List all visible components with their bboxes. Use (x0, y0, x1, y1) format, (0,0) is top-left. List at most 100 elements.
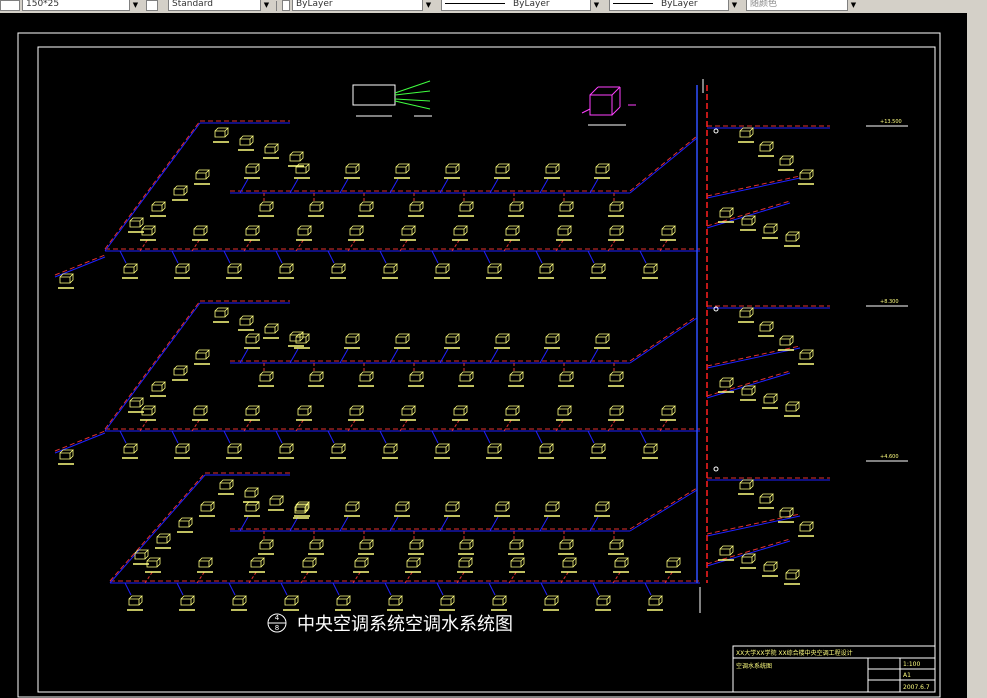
elevation-mark-middle: +8.300 (866, 299, 908, 307)
fan-coil-unit (259, 201, 274, 212)
branch-pipe (119, 430, 127, 444)
fan-coil-unit (59, 449, 74, 460)
branch-pipe (431, 250, 439, 264)
fan-coil-unit (719, 545, 734, 556)
fan-coil-unit (359, 201, 374, 212)
fan-coil-unit (487, 263, 502, 274)
layer-color-icon[interactable] (282, 0, 290, 11)
text-style-dropdown[interactable]: Standard (168, 0, 271, 11)
return-pipe (706, 177, 801, 199)
fan-coil-unit (227, 443, 242, 454)
fan-coil-unit (219, 479, 234, 490)
fan-coil-unit (134, 549, 149, 560)
fan-coil-unit (193, 405, 208, 416)
fan-coil-unit (799, 349, 814, 360)
lineweight-preview-icon (613, 3, 653, 4)
drawing-title-text: 中央空调系统空调水系统图 (297, 614, 513, 635)
fan-coil-unit (492, 595, 507, 606)
fan-coil-unit (200, 501, 215, 512)
fan-coil-unit (539, 443, 554, 454)
branch-pipe (332, 582, 340, 596)
fan-coil-unit (459, 201, 474, 212)
dimension-scale-dropdown[interactable]: 150*25 (22, 0, 140, 11)
fan-coil-unit (198, 557, 213, 568)
fan-coil-unit (245, 225, 260, 236)
branch-pipe (483, 250, 491, 264)
valve-icon (713, 466, 719, 472)
branch-pipe (327, 250, 335, 264)
supply-pipe (104, 300, 201, 430)
fan-coil-unit (453, 405, 468, 416)
fan-coil-unit (739, 307, 754, 318)
fan-coil-unit (406, 557, 421, 568)
fan-coil-unit (146, 557, 161, 568)
return-pipe (706, 515, 801, 537)
fan-coil-unit (195, 349, 210, 360)
fan-coil-unit (785, 231, 800, 242)
chevron-down-icon[interactable]: ▼ (847, 0, 859, 11)
branch-pipe (124, 582, 132, 596)
branch-pipe (275, 250, 283, 264)
fan-coil-unit (495, 333, 510, 344)
dimension-style-icon[interactable] (0, 0, 20, 11)
chevron-down-icon[interactable]: ▼ (728, 0, 740, 11)
fan-coil-unit (156, 533, 171, 544)
fan-coil-unit (259, 371, 274, 382)
fan-coil-unit (440, 595, 455, 606)
layer-value: ByLayer (296, 0, 333, 9)
return-pipe (629, 489, 698, 532)
fan-coil-unit (763, 561, 778, 572)
right-panel-strip (967, 13, 987, 698)
fan-coil-unit (799, 521, 814, 532)
expansion-tank-symbol (581, 86, 636, 116)
lineweight-dropdown[interactable]: ByLayer (609, 0, 739, 11)
fan-coil-unit (759, 321, 774, 332)
text-style-icon[interactable] (146, 0, 158, 11)
branch-pipe (119, 250, 127, 264)
plot-style-dropdown[interactable]: 随颜色 (746, 0, 858, 11)
chevron-down-icon[interactable]: ▼ (590, 0, 602, 11)
title-block-scale: 1:100 (903, 661, 920, 668)
branch-pipe (587, 250, 595, 264)
legend-box (352, 84, 396, 106)
branch-pipe (540, 582, 548, 596)
fan-coil-unit (401, 225, 416, 236)
fan-coil-unit (591, 263, 606, 274)
fan-coil-unit (128, 595, 143, 606)
fan-coil-unit (763, 223, 778, 234)
fan-coil-unit (409, 371, 424, 382)
fan-coil-unit (509, 539, 524, 550)
chevron-down-icon[interactable]: ▼ (129, 0, 141, 11)
fan-coil-unit (395, 333, 410, 344)
chevron-down-icon[interactable]: ▼ (422, 0, 434, 11)
fan-coil-unit (666, 557, 681, 568)
branch-pipe (639, 430, 647, 444)
fan-coil-unit (180, 595, 195, 606)
fan-coil-unit (175, 443, 190, 454)
fan-coil-unit (759, 493, 774, 504)
fan-coil-unit (544, 595, 559, 606)
fan-coil-unit (487, 443, 502, 454)
fan-coil-unit (302, 557, 317, 568)
branch-pipe (639, 250, 647, 264)
fan-coil-unit (495, 163, 510, 174)
fan-coil-unit (509, 371, 524, 382)
fan-coil-unit (388, 595, 403, 606)
linetype-value: ByLayer (513, 0, 550, 9)
fan-coil-unit (129, 217, 144, 228)
branch-pipe (327, 430, 335, 444)
branch-pipe (535, 430, 543, 444)
fan-coil-unit (245, 501, 260, 512)
fan-coil-unit (295, 501, 310, 512)
chevron-down-icon[interactable]: ▼ (260, 0, 272, 11)
branch-pipe (223, 250, 231, 264)
layer-dropdown[interactable]: ByLayer (292, 0, 433, 11)
fan-coil-unit (779, 155, 794, 166)
fan-coil-unit (269, 495, 284, 506)
fan-coil-unit (141, 225, 156, 236)
linetype-dropdown[interactable]: ByLayer (441, 0, 601, 11)
drawing-canvas[interactable]: +13.500 +8.300 +4.600 4 8 中央空调系统空调水系统图 X… (0, 13, 967, 698)
fan-coil-unit (445, 333, 460, 344)
fan-coil-unit (395, 163, 410, 174)
elevation-mark-upper: +13.500 (866, 119, 908, 127)
